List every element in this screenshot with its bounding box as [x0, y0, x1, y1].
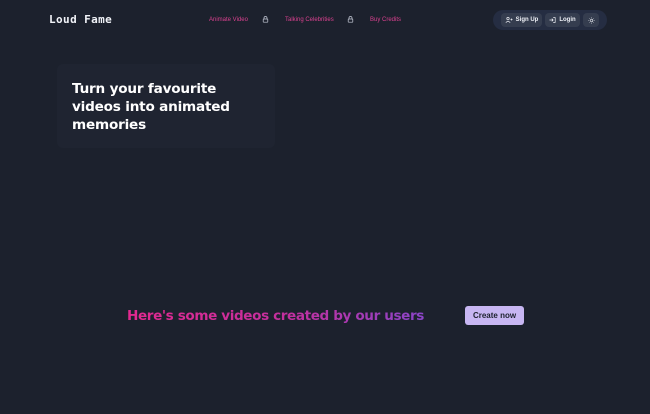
user-plus-icon — [505, 17, 513, 23]
brand-logo[interactable]: Loud Fame — [49, 13, 112, 26]
nav-link-talking-celebrities[interactable]: Talking Celebrities — [285, 17, 334, 23]
login-label: Login — [559, 17, 576, 23]
login-button[interactable]: Login — [545, 13, 580, 27]
lock-icon — [262, 16, 269, 23]
section-heading: Here's some videos created by our users — [127, 308, 424, 324]
lock-icon — [347, 16, 354, 23]
theme-toggle-button[interactable] — [583, 13, 599, 27]
login-icon — [549, 17, 556, 23]
nav-link-buy-credits[interactable]: Buy Credits — [370, 17, 401, 23]
create-now-button[interactable]: Create now — [465, 306, 524, 325]
sun-icon — [587, 16, 595, 24]
nav-link-animate-video[interactable]: Animate Video — [209, 17, 248, 23]
page: Loud Fame Animate Video Talking Celebrit… — [0, 0, 650, 414]
signup-label: Sign Up — [515, 17, 539, 23]
signup-button[interactable]: Sign Up — [501, 13, 542, 27]
hero-title: Turn your favourite videos into animated… — [72, 81, 230, 133]
